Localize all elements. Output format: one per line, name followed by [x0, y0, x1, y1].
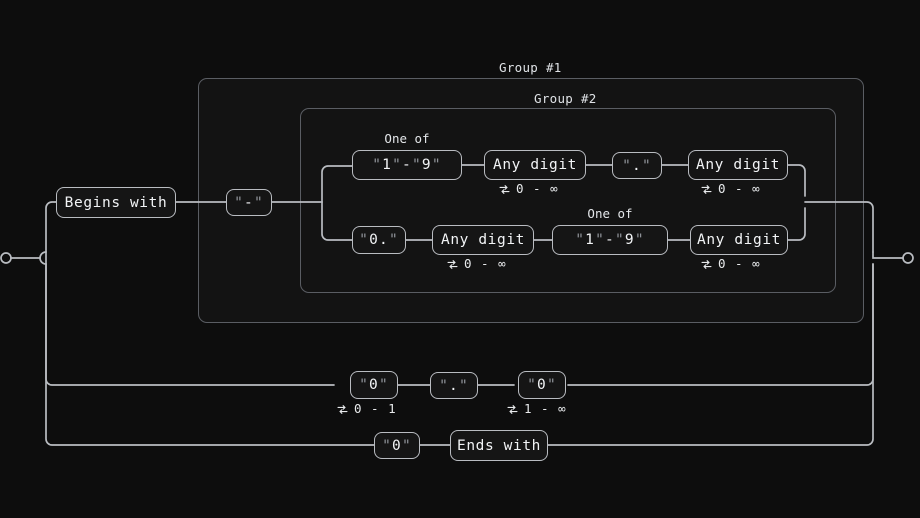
loop-icon [498, 183, 511, 196]
node-dot-row3[interactable]: ". " [430, 372, 478, 399]
quantifier-text: 0 - ∞ [464, 256, 507, 271]
group-2-label: Group #2 [534, 91, 597, 106]
loop-icon [700, 258, 713, 271]
node-zero-b[interactable]: " 0 " [518, 371, 566, 399]
node-dot-top[interactable]: ". " [612, 152, 662, 179]
node-one-of-1-9-top[interactable]: " 1 " - " 9 " [352, 150, 462, 180]
node-any-digit-top-2[interactable]: Any digit [688, 150, 788, 180]
quantifier-zero-a: 0 - 1 [336, 401, 397, 416]
loop-icon [700, 183, 713, 196]
quantifier-zero-b: 1 - ∞ [506, 401, 567, 416]
quantifier-any-digit-bot-2: 0 - ∞ [700, 256, 761, 271]
quantifier-text: 0 - 1 [354, 401, 397, 416]
node-any-digit-bot-1[interactable]: Any digit [432, 225, 534, 255]
quantifier-text: 0 - ∞ [516, 181, 559, 196]
quantifier-text: 0 - ∞ [718, 256, 761, 271]
loop-icon [336, 403, 349, 416]
node-zero-a[interactable]: " 0 " [350, 371, 398, 399]
group-1-label: Group #1 [499, 60, 562, 75]
quantifier-any-digit-top-2: 0 - ∞ [700, 181, 761, 196]
regex-railroad-diagram: Group #1 Group #2 Begins with " - " One … [0, 0, 920, 518]
node-zero-dot-literal[interactable]: " 0. " [352, 226, 406, 254]
node-dash-literal[interactable]: " - " [226, 189, 272, 216]
quantifier-text: 0 - ∞ [718, 181, 761, 196]
loop-icon [506, 403, 519, 416]
node-one-of-1-9-bot[interactable]: " 1 " - " 9 " [552, 225, 668, 255]
quantifier-text: 1 - ∞ [524, 401, 567, 416]
loop-icon [446, 258, 459, 271]
node-zero-c[interactable]: " 0 " [374, 432, 420, 459]
quantifier-any-digit-bot-1: 0 - ∞ [446, 256, 507, 271]
node-ends-with[interactable]: Ends with [450, 430, 548, 461]
quantifier-any-digit-top-1: 0 - ∞ [498, 181, 559, 196]
caption-one-of-top: One of [384, 131, 430, 146]
caption-one-of-bot: One of [587, 206, 633, 221]
node-any-digit-top-1[interactable]: Any digit [484, 150, 586, 180]
node-any-digit-bot-2[interactable]: Any digit [690, 225, 788, 255]
node-begins-with[interactable]: Begins with [56, 187, 176, 218]
